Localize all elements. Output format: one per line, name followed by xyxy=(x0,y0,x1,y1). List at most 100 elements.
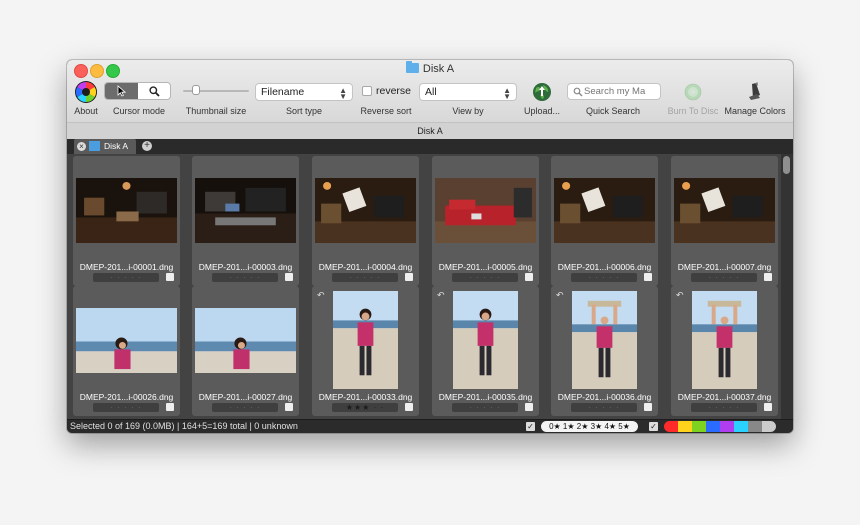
thumbnail-card[interactable]: ↶ DMEP-201...i-00035.dng · · · · · xyxy=(432,286,539,416)
thumbnail-card[interactable]: ↶ DMEP-201...i-00033.dng ★★★ · · xyxy=(312,286,419,416)
rotate-icon[interactable]: ↶ xyxy=(437,291,446,300)
thumbnail-grid: DMEP-201...i-00001.dng · · · · · DMEP-201.… xyxy=(67,154,781,419)
reverse-checkbox[interactable] xyxy=(362,86,372,96)
thumbnail-card[interactable]: DMEP-201...i-00004.dng · · · · · xyxy=(312,156,419,286)
file-name: DMEP-201...i-00005.dng xyxy=(438,262,533,272)
select-checkbox[interactable] xyxy=(166,403,174,411)
color-label-swatch[interactable] xyxy=(720,421,734,432)
select-checkbox[interactable] xyxy=(525,273,533,281)
star-rating[interactable]: · · · · · xyxy=(691,403,757,412)
pointer-mode-button[interactable] xyxy=(105,83,138,99)
cursor-mode-label: Cursor mode xyxy=(112,106,166,116)
search-input[interactable] xyxy=(584,85,658,98)
photo-thumbnail[interactable] xyxy=(333,291,398,389)
rating-filter-checkbox[interactable]: ✓ xyxy=(526,422,535,431)
zoom-mode-button[interactable] xyxy=(138,83,170,99)
star-rating[interactable]: · · · · · xyxy=(452,403,518,412)
tab-bar: × Disk A + xyxy=(67,139,793,154)
photo-thumbnail[interactable] xyxy=(195,178,296,243)
star-rating[interactable]: · · · · · xyxy=(452,273,518,282)
tab-disk-a[interactable]: × Disk A xyxy=(74,139,136,154)
photo-thumbnail[interactable] xyxy=(315,178,416,243)
quick-search-label: Quick Search xyxy=(585,106,641,116)
close-icon[interactable]: × xyxy=(77,142,86,151)
select-checkbox[interactable] xyxy=(405,403,413,411)
toolbar: Disk A About Cursor mode Thumbnail size … xyxy=(67,60,793,122)
select-checkbox[interactable] xyxy=(405,273,413,281)
slider-knob[interactable] xyxy=(192,85,200,95)
scrollbar[interactable] xyxy=(781,154,793,419)
select-checkbox[interactable] xyxy=(285,403,293,411)
rotate-icon[interactable]: ↶ xyxy=(317,291,326,300)
globe-upload-icon[interactable] xyxy=(532,82,552,102)
sort-type-label: Sort type xyxy=(285,106,323,116)
thumbnail-card[interactable]: ↶ DMEP-201...i-00037.dng · · · · · xyxy=(671,286,778,416)
select-checkbox[interactable] xyxy=(644,403,652,411)
color-label-swatch[interactable] xyxy=(762,421,776,432)
select-checkbox[interactable] xyxy=(644,273,652,281)
file-name: DMEP-201...i-00003.dng xyxy=(198,262,293,272)
star-rating[interactable]: · · · · · xyxy=(691,273,757,282)
select-checkbox[interactable] xyxy=(166,273,174,281)
photo-thumbnail[interactable] xyxy=(554,178,655,243)
thumbnail-card[interactable]: DMEP-201...i-00001.dng · · · · · xyxy=(73,156,180,286)
photo-thumbnail[interactable] xyxy=(76,178,177,243)
add-tab-button[interactable]: + xyxy=(142,141,152,151)
color-label-swatch[interactable] xyxy=(692,421,706,432)
rating-filter[interactable]: 0★ 1★ 2★ 3★ 4★ 5★ xyxy=(541,421,638,432)
chevron-updown-icon: ▲ ▼ xyxy=(503,86,511,101)
color-label-swatch[interactable] xyxy=(706,421,720,432)
color-label-swatch[interactable] xyxy=(748,421,762,432)
thumbnail-card[interactable]: DMEP-201...i-00005.dng · · · · · xyxy=(432,156,539,286)
color-brush-icon[interactable] xyxy=(745,81,765,101)
star-rating[interactable]: · · · · · xyxy=(571,273,637,282)
photo-thumbnail[interactable] xyxy=(674,178,775,243)
thumbnail-card[interactable]: DMEP-201...i-00006.dng · · · · · xyxy=(551,156,658,286)
quick-search-field[interactable] xyxy=(567,83,661,100)
color-label-swatch[interactable] xyxy=(664,421,678,432)
view-by-label: View by xyxy=(452,106,484,116)
thumbnail-card[interactable]: DMEP-201...i-00027.dng · · · · · xyxy=(192,286,299,416)
photo-thumbnail[interactable] xyxy=(195,308,296,373)
select-checkbox[interactable] xyxy=(525,403,533,411)
color-label-swatch[interactable] xyxy=(734,421,748,432)
select-checkbox[interactable] xyxy=(764,273,772,281)
star-rating[interactable]: · · · · · xyxy=(212,403,278,412)
star-rating[interactable]: · · · · · xyxy=(93,403,159,412)
thumbnail-size-slider[interactable] xyxy=(183,85,249,97)
select-checkbox[interactable] xyxy=(764,403,772,411)
view-by-select[interactable]: All ▲ ▼ xyxy=(419,83,517,101)
star-rating[interactable]: ★★★ · · xyxy=(332,403,398,412)
color-filter-checkbox[interactable]: ✓ xyxy=(649,422,658,431)
thumbnail-card[interactable]: ↶ DMEP-201...i-00036.dng · · · · · xyxy=(551,286,658,416)
photo-thumbnail[interactable] xyxy=(572,291,637,389)
rotate-icon[interactable]: ↶ xyxy=(676,291,685,300)
window-title: Disk A xyxy=(67,61,793,75)
color-label-swatch[interactable] xyxy=(678,421,692,432)
thumbnail-card[interactable]: DMEP-201...i-00007.dng · · · · · xyxy=(671,156,778,286)
select-checkbox[interactable] xyxy=(285,273,293,281)
file-name: DMEP-201...i-00026.dng xyxy=(79,392,174,402)
photo-thumbnail[interactable] xyxy=(453,291,518,389)
sort-type-select[interactable]: Filename ▲ ▼ xyxy=(255,83,353,101)
star-rating[interactable]: · · · · · xyxy=(571,403,637,412)
star-rating[interactable]: · · · · · xyxy=(93,273,159,282)
star-rating[interactable]: · · · · · xyxy=(212,273,278,282)
thumbnail-card[interactable]: DMEP-201...i-00003.dng · · · · · xyxy=(192,156,299,286)
burn-to-disc-label: Burn To Disc xyxy=(667,106,719,116)
disc-icon[interactable] xyxy=(684,83,702,101)
rotate-icon[interactable]: ↶ xyxy=(556,291,565,300)
thumbnail-card[interactable]: DMEP-201...i-00026.dng · · · · · xyxy=(73,286,180,416)
photo-thumbnail[interactable] xyxy=(435,178,536,243)
color-label-filter[interactable] xyxy=(664,421,776,432)
photo-thumbnail[interactable] xyxy=(692,291,757,389)
color-wheel-icon[interactable] xyxy=(74,80,98,104)
file-name: DMEP-201...i-00035.dng xyxy=(438,392,533,402)
scroll-thumb[interactable] xyxy=(783,156,790,174)
file-name: DMEP-201...i-00004.dng xyxy=(318,262,413,272)
reverse-checkbox-label[interactable]: reverse xyxy=(376,85,411,97)
star-rating[interactable]: · · · · · xyxy=(332,273,398,282)
search-icon xyxy=(573,87,583,97)
photo-thumbnail[interactable] xyxy=(76,308,177,373)
file-name: DMEP-201...i-00033.dng xyxy=(318,392,413,402)
